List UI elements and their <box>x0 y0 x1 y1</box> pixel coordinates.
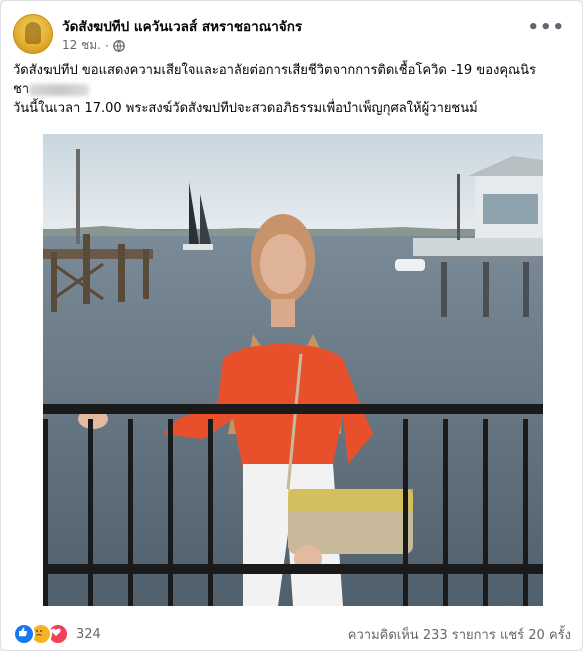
blurred-name <box>29 83 90 96</box>
post-header: วัดสังฆปทีป แควันเวลส์ สหราชอาณาจักร 12 … <box>13 11 571 55</box>
reaction-count: 324 <box>76 626 101 642</box>
shares-count[interactable]: แชร์ 20 ครั้ง <box>500 628 571 643</box>
meta-separator: · <box>104 38 109 53</box>
like-icon <box>13 623 35 645</box>
post-text-line-3: วันนี้ในเวลา 17.00 พระสงฆ์วัดสังฆปทีปจะส… <box>13 101 478 116</box>
page-name-link[interactable]: วัดสังฆปทีป แควันเวลส์ สหราชอาณาจักร <box>62 15 302 37</box>
reactions-summary[interactable]: 324 <box>13 623 101 645</box>
post-stats: ความคิดเห็น 233 รายการ แชร์ 20 ครั้ง <box>348 624 571 645</box>
page-avatar[interactable] <box>13 14 53 54</box>
comments-count[interactable]: ความคิดเห็น 233 รายการ <box>348 628 496 643</box>
post-text: วัดสังฆปทีป ขอแสดงความเสียใจและอาลัยต่อก… <box>13 61 568 118</box>
small-boat <box>395 259 425 271</box>
post-text-line-2: ชา <box>13 80 568 99</box>
post-text-line-1: วัดสังฆปทีป ขอแสดงความเสียใจและอาลัยต่อก… <box>13 63 536 78</box>
post-card: วัดสังฆปทีป แควันเวลส์ สหราชอาณาจักร 12 … <box>0 0 583 651</box>
photo-scene <box>43 134 543 606</box>
more-options-icon[interactable]: ••• <box>527 19 565 37</box>
buddha-logo <box>25 22 41 44</box>
post-time[interactable]: 12 ชม. <box>62 36 101 55</box>
post-footer: 324 ความคิดเห็น 233 รายการ แชร์ 20 ครั้ง <box>13 621 571 645</box>
globe-icon <box>112 39 125 52</box>
post-photo[interactable] <box>43 134 543 606</box>
post-meta: 12 ชม. · <box>62 36 125 55</box>
post-text-line-2-prefix: ชา <box>13 82 30 97</box>
